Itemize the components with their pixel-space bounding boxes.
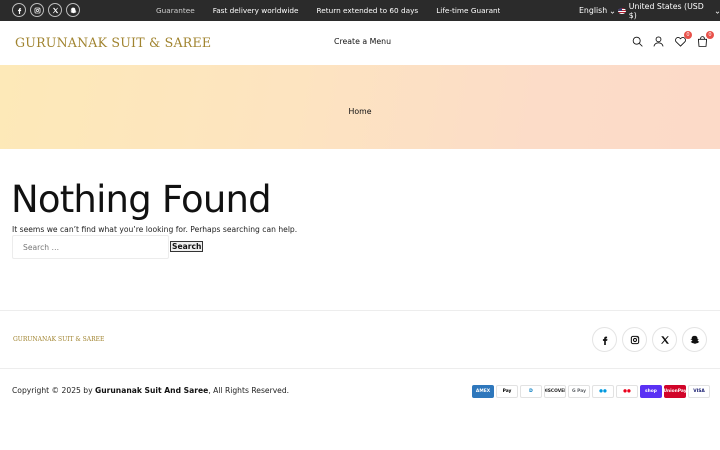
wishlist-button[interactable]: 0 — [674, 31, 692, 48]
announcement-bar: Guarantee Fast delivery worldwide Return… — [0, 0, 720, 21]
footer-facebook-link[interactable] — [592, 327, 617, 352]
cart-count-badge: 0 — [706, 31, 714, 39]
payment-icon-unionpay: UnionPay — [664, 385, 686, 398]
language-selector[interactable]: English — [579, 0, 615, 21]
snapchat-icon — [690, 335, 699, 344]
announcement-message: Return extended to 60 days — [316, 6, 419, 15]
announcement-marquee: Guarantee Fast delivery worldwide Return… — [156, 0, 500, 21]
footer-logo[interactable]: GURUNANAK SUIT & SAREE — [13, 336, 104, 343]
footer-instagram-link[interactable] — [622, 327, 647, 352]
chevron-down-icon — [610, 8, 615, 14]
x-icon — [52, 7, 58, 13]
top-social-links — [12, 3, 80, 17]
account-button[interactable] — [652, 35, 665, 48]
payment-icon-discover: DISCOVER — [544, 385, 566, 398]
copyright-brand: Gurunanak Suit And Saree — [95, 386, 209, 395]
payment-icon-maestro: ●● — [592, 385, 614, 398]
snapchat-icon — [69, 7, 76, 13]
snapchat-link[interactable] — [66, 3, 80, 17]
search-submit-button[interactable]: Search — [170, 241, 204, 252]
x-link[interactable] — [48, 3, 62, 17]
page-banner: Home — [0, 65, 720, 149]
copyright-text: Copyright © 2025 by Gurunanak Suit And S… — [12, 386, 289, 395]
search-button[interactable] — [631, 35, 644, 48]
search-input[interactable] — [12, 235, 169, 259]
facebook-icon — [602, 336, 607, 345]
x-icon — [660, 335, 669, 344]
copyright-prefix: Copyright © 2025 by — [12, 386, 95, 395]
breadcrumb: Home — [0, 107, 720, 116]
language-label: English — [579, 6, 608, 15]
currency-label: United States (USD $) — [628, 1, 704, 20]
search-icon — [632, 36, 643, 47]
currency-selector[interactable]: United States (USD $) — [618, 0, 720, 21]
nav-create-menu[interactable]: Create a Menu — [334, 37, 391, 46]
copyright-suffix: , All Rights Reserved. — [208, 386, 290, 395]
footer-snapchat-link[interactable] — [682, 327, 707, 352]
site-header: GURUNANAK SUIT & SAREE Create a Menu 0 0 — [0, 21, 720, 65]
facebook-link[interactable] — [12, 3, 26, 17]
footer-divider — [0, 368, 720, 369]
instagram-link[interactable] — [30, 3, 44, 17]
payment-methods: AMEXPayDDISCOVERG Pay●●●●shopUnionPayVIS… — [472, 385, 710, 398]
payment-icon-apple-pay: Pay — [496, 385, 518, 398]
payment-icon-google-pay: G Pay — [568, 385, 590, 398]
announcement-message: Life-time Guarantee — [436, 6, 500, 15]
cart-button[interactable]: 0 — [696, 31, 714, 48]
footer-x-link[interactable] — [652, 327, 677, 352]
instagram-icon — [630, 335, 639, 344]
site-logo[interactable]: GURUNANAK SUIT & SAREE — [15, 35, 211, 50]
not-found-message: It seems we can’t find what you’re looki… — [12, 225, 298, 234]
footer-divider — [0, 310, 720, 311]
payment-icon-american-express: AMEX — [472, 385, 494, 398]
us-flag-icon — [618, 7, 626, 14]
user-icon — [653, 36, 664, 47]
instagram-icon — [34, 7, 40, 13]
wishlist-count-badge: 0 — [684, 31, 692, 39]
announcement-message: Fast delivery worldwide — [212, 6, 299, 15]
chevron-down-icon — [715, 8, 720, 14]
payment-icon-mastercard: ●● — [616, 385, 638, 398]
payment-icon-diners-club: D — [520, 385, 542, 398]
payment-icon-visa: VISA — [688, 385, 710, 398]
announcement-message: Guarantee — [156, 6, 195, 15]
facebook-icon — [17, 7, 21, 14]
breadcrumb-home-link[interactable]: Home — [348, 107, 371, 116]
page-title: Nothing Found — [11, 178, 272, 221]
payment-icon-shop-pay: shop — [640, 385, 662, 398]
